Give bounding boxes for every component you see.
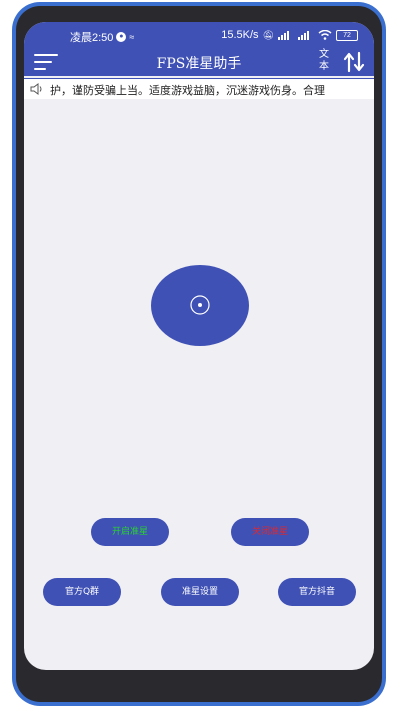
speaker-icon [30, 83, 42, 95]
crosshair-settings-button[interactable]: 准星设置 [161, 578, 239, 606]
battery-icon: 72 [336, 29, 358, 41]
text-mode-line1: 文 [319, 49, 329, 60]
crosshair-preview [151, 265, 249, 346]
signal-icon [278, 31, 289, 40]
notice-text: 护，谨防受骗上当。适度游戏益脑，沉迷游戏伤身。合理 [50, 84, 325, 97]
text-mode-button[interactable]: 文 本 [316, 49, 332, 73]
qq-notification-icon: ● [116, 32, 127, 42]
enable-crosshair-button[interactable]: 开启准星 [91, 518, 169, 546]
crosshair-icon [190, 295, 210, 315]
official-qq-group-button[interactable]: 官方Q群 [43, 578, 121, 606]
notice-bar: 护，谨防受骗上当。适度游戏益脑，沉迷游戏伤身。合理 [24, 78, 374, 99]
text-mode-line2: 本 [319, 61, 329, 72]
status-time: 凌晨2:50 [70, 32, 114, 44]
silent-icon: 🔕︎ [262, 29, 274, 40]
status-bar: 凌晨2:50 ● ≈ 15.5K/s 🔕︎ 72 [24, 22, 374, 48]
disable-crosshair-button[interactable]: 关闭准星 [231, 518, 309, 546]
app-screen: 凌晨2:50 ● ≈ 15.5K/s 🔕︎ 72 FPS准星助手 文 本 护，谨… [24, 22, 374, 670]
app-notification-icon: ≈ [129, 32, 135, 42]
signal-icon-2 [298, 31, 309, 40]
official-douyin-button[interactable]: 官方抖音 [278, 578, 356, 606]
app-bar: FPS准星助手 文 本 [24, 48, 374, 76]
swap-vertical-icon[interactable] [342, 51, 366, 73]
wifi-icon [318, 30, 332, 40]
network-speed: 15.5K/s [221, 29, 259, 41]
